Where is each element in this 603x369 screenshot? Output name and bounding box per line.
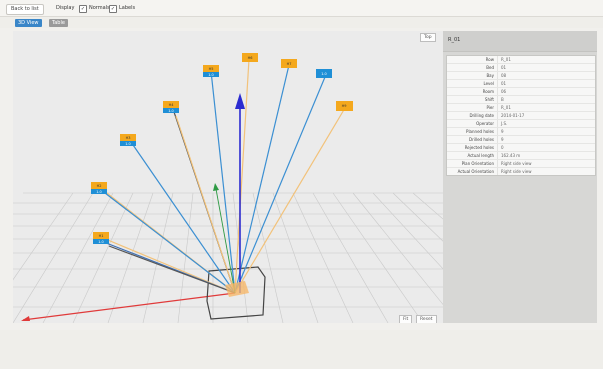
property-value: 2014-01-17 xyxy=(497,112,595,119)
property-value: 08 xyxy=(497,72,595,79)
property-value: 01 xyxy=(497,64,595,71)
property-row: Level 01 xyxy=(447,80,595,88)
properties-panel: R_01 Row R_01 Bed 01 Bay 08 Level 01 Room 06 … xyxy=(443,31,597,323)
y-axis-arrow-icon xyxy=(235,93,245,109)
hole-label[interactable]: H3 1.0 xyxy=(120,134,136,146)
property-row: Plan Orientation Right side view xyxy=(447,160,595,168)
property-row: Bay 08 xyxy=(447,72,595,80)
hole-label-top: H1 xyxy=(99,234,104,238)
property-row: Planned holes 9 xyxy=(447,128,595,136)
property-value: J.S. xyxy=(497,120,595,127)
property-value: 9 xyxy=(497,136,595,143)
property-key: Level xyxy=(483,81,494,86)
property-key: Operator xyxy=(476,121,494,126)
floor-grid xyxy=(13,192,443,323)
hole-label[interactable]: H7 xyxy=(281,59,297,68)
property-key: Room xyxy=(482,89,494,94)
property-key: Drilled holes xyxy=(469,137,494,142)
hole-label[interactable]: 1.0 xyxy=(316,69,332,78)
property-row: Bed 01 xyxy=(447,64,595,72)
checkbox-icon: ✓ xyxy=(79,5,87,13)
property-row: Row R_01 xyxy=(447,56,595,64)
property-value: 162.43 m xyxy=(497,152,595,159)
hole-label-top: H4 xyxy=(169,103,175,107)
back-button[interactable]: Back to list xyxy=(6,4,44,15)
property-value: 0 xyxy=(497,144,595,151)
x-axis xyxy=(22,292,236,321)
property-value: Right side view xyxy=(497,168,595,175)
property-row: Room 06 xyxy=(447,88,595,96)
property-key: Rejected holes xyxy=(464,145,494,150)
property-row: Pier R_01 xyxy=(447,104,595,112)
property-value: 06 xyxy=(497,88,595,95)
property-row: Actual Orientation Right side view xyxy=(447,168,595,175)
top-toolbar: Back to list Display ✓ Normals ✓ Labels xyxy=(0,0,603,17)
property-key: Shift xyxy=(484,97,494,102)
hole-label-top: H9 xyxy=(342,104,347,108)
normals-toggle[interactable]: ✓ Normals xyxy=(79,5,110,13)
hole-label[interactable]: H9 xyxy=(336,101,353,111)
hole-label-top: H7 xyxy=(287,62,292,66)
hole-label-top: H2 xyxy=(97,184,102,188)
hole-label-bottom: 1.0 xyxy=(168,109,174,113)
property-key: Actual Orientation xyxy=(457,169,494,174)
property-row: Shift B xyxy=(447,96,595,104)
hole-label-bottom: 1.0 xyxy=(321,72,327,76)
hole-label-top: H5 xyxy=(209,67,214,71)
view-top-button[interactable]: Top xyxy=(420,33,436,42)
tab-bar: 3D View Table xyxy=(0,17,603,28)
hole-label[interactable]: H2 1.0 xyxy=(91,182,107,194)
property-value: R_01 xyxy=(497,56,595,63)
x-axis-arrow-icon xyxy=(21,316,30,321)
property-value: B xyxy=(497,96,595,103)
labels-toggle[interactable]: ✓ Labels xyxy=(109,5,135,13)
property-row: Rejected holes 0 xyxy=(447,144,595,152)
property-value: Right side view xyxy=(497,160,595,167)
footer-area xyxy=(0,330,603,369)
drill-holes xyxy=(100,58,346,294)
property-value: R_01 xyxy=(497,104,595,111)
hole-label-bottom: 1.0 xyxy=(125,142,131,146)
hole-label[interactable]: H5 1.0 xyxy=(203,65,219,77)
property-value: 01 xyxy=(497,80,595,87)
property-key: Pier xyxy=(486,105,494,110)
hole-labels: H1 1.0 H2 1.0 H3 1.0 H4 1.0 H5 1.0 H6 H7… xyxy=(91,53,353,244)
z-axis-arrow-icon xyxy=(213,183,219,191)
hole-label-bottom: 1.0 xyxy=(96,190,102,194)
property-key: Actual length xyxy=(467,153,494,158)
checkbox-icon: ✓ xyxy=(109,5,117,13)
property-row: Actual length 162.43 m xyxy=(447,152,595,160)
display-label: Display xyxy=(56,5,75,11)
property-key: Row xyxy=(485,57,494,62)
property-row: Drilling date 2014-01-17 xyxy=(447,112,595,120)
property-key: Planned holes xyxy=(466,129,494,134)
property-key: Bed xyxy=(486,65,494,70)
property-key: Plan Orientation xyxy=(461,161,494,166)
hole-label-top: H3 xyxy=(126,136,131,140)
fit-button[interactable]: Fit xyxy=(399,315,413,323)
hole-label[interactable]: H4 1.0 xyxy=(163,101,179,113)
property-row: Drilled holes 9 xyxy=(447,136,595,144)
scene-canvas[interactable]: H1 1.0 H2 1.0 H3 1.0 H4 1.0 H5 1.0 H6 H7… xyxy=(13,31,443,323)
tab-table[interactable]: Table xyxy=(49,19,68,27)
property-row: Operator J.S. xyxy=(447,120,595,128)
properties-table: Row R_01 Bed 01 Bay 08 Level 01 Room 06 Shift… xyxy=(446,55,596,176)
hole-label[interactable]: H6 xyxy=(242,53,258,62)
3d-viewport[interactable]: H1 1.0 H2 1.0 H3 1.0 H4 1.0 H5 1.0 H6 H7… xyxy=(13,31,443,323)
hole-label-bottom: 1.0 xyxy=(208,73,214,77)
properties-header: R_01 xyxy=(443,31,597,52)
hole-label-bottom: 1.0 xyxy=(98,240,104,244)
properties-title: R_01 xyxy=(448,37,461,43)
property-key: Drilling date xyxy=(469,113,494,118)
property-value: 9 xyxy=(497,128,595,135)
reset-view-button[interactable]: Reset xyxy=(416,315,437,323)
hole-label-top: H6 xyxy=(248,56,253,60)
hole-label[interactable]: H1 1.0 xyxy=(93,232,109,244)
property-key: Bay xyxy=(486,73,494,78)
tab-3d-view[interactable]: 3D View xyxy=(15,19,42,27)
